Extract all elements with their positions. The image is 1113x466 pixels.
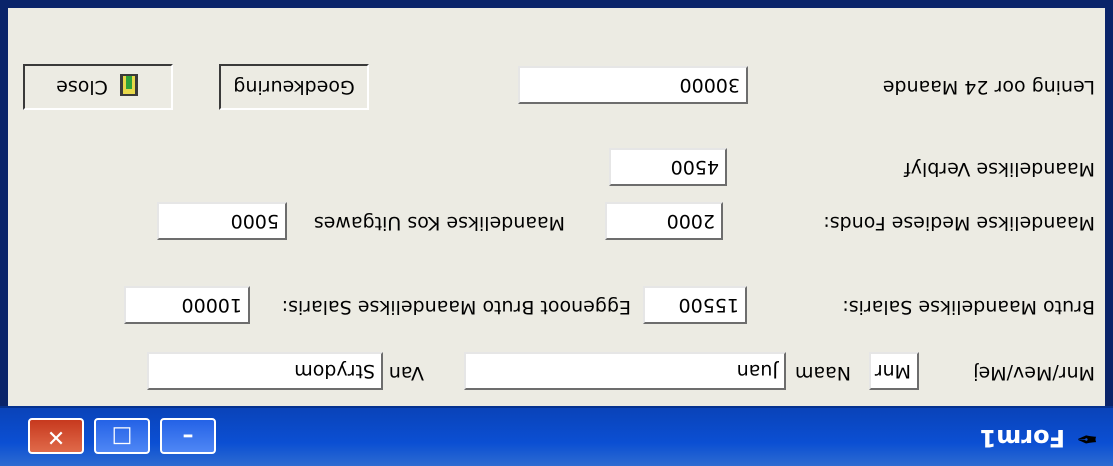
title-label: Mnr/Mev/Mej (973, 362, 1095, 384)
form-body: Mnr/Mev/Mej Mnr Naam Juan Van Strydom Br… (8, 8, 1105, 406)
gross-salary-label: Bruto Maandelikse Salaris: (842, 296, 1095, 318)
loan-field[interactable]: 30000 (518, 66, 748, 104)
spouse-gross-salary-field[interactable]: 10000 (124, 286, 250, 324)
medical-fund-field[interactable]: 2000 (605, 202, 723, 240)
approve-button[interactable]: Goedkeuring (219, 64, 369, 110)
accommodation-field[interactable]: 4500 (609, 148, 727, 186)
maximize-button[interactable]: □ (94, 418, 150, 454)
window-title: Form1 (979, 424, 1065, 452)
minimize-button[interactable]: – (160, 418, 216, 454)
door-exit-icon (118, 74, 140, 100)
minimize-icon: – (182, 424, 194, 449)
medical-fund-label: Maandelikse Mediese Fonds: (823, 212, 1095, 234)
close-button-label: Close (56, 76, 108, 98)
title-bar[interactable]: ✒ Form1 – □ ✕ (0, 406, 1113, 466)
spouse-gross-salary-label: Eggenoot Bruto Maandelikse Salaris: (281, 296, 631, 318)
food-costs-field[interactable]: 5000 (157, 202, 287, 240)
accommodation-label: Maandelikse Verblyf (904, 158, 1095, 180)
maximize-icon: □ (111, 424, 133, 449)
surname-label: Van (388, 362, 424, 384)
name-label: Naam (794, 362, 851, 384)
title-field[interactable]: Mnr (869, 352, 919, 390)
loan-label: Lening oor 24 Maande (882, 76, 1095, 98)
close-button[interactable]: Close (23, 64, 173, 110)
gross-salary-field[interactable]: 15500 (643, 286, 747, 324)
close-window-button[interactable]: ✕ (28, 418, 84, 454)
food-costs-label: Maandelikse Kos Uitgawes (313, 212, 565, 234)
surname-field[interactable]: Strydom (147, 352, 383, 390)
close-icon: ✕ (46, 424, 66, 449)
name-field[interactable]: Juan (464, 352, 786, 390)
app-icon: ✒ (1076, 423, 1098, 453)
form1-window: ✒ Form1 – □ ✕ Mnr/Mev/Mej Mnr Naam Juan … (0, 0, 1113, 466)
